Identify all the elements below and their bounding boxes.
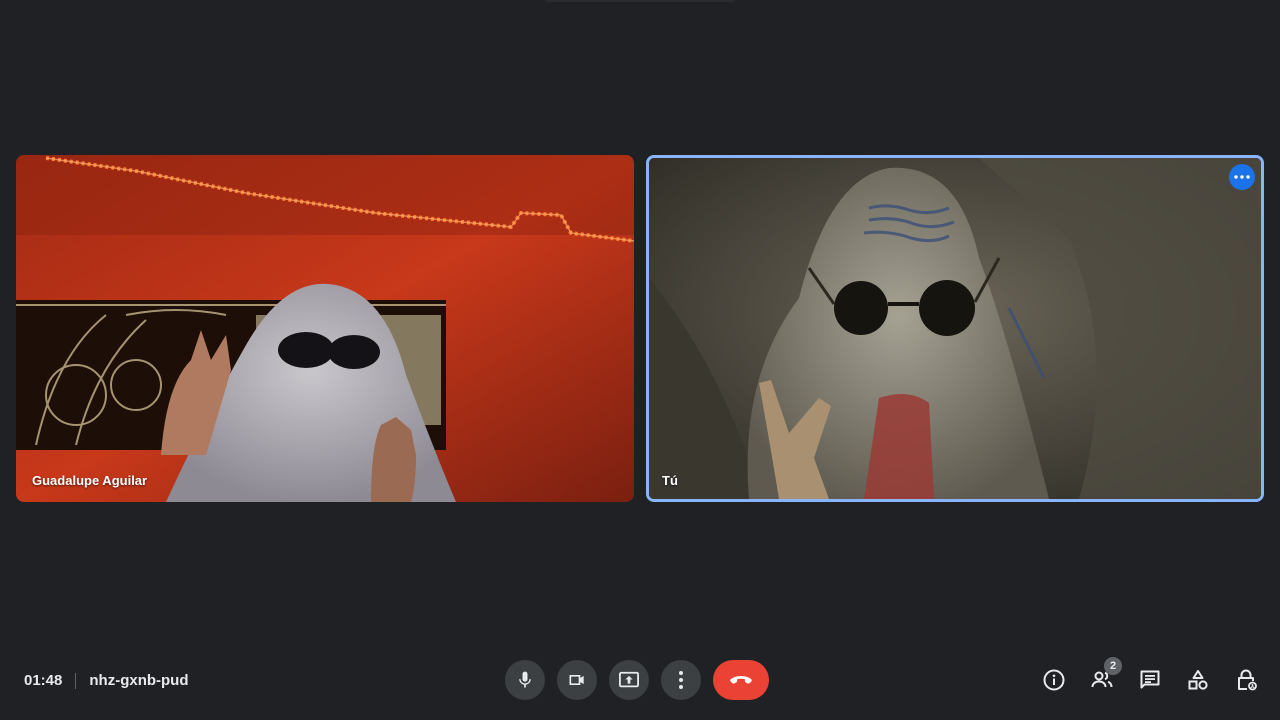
mic-icon — [519, 671, 531, 688]
participant-tile-remote[interactable]: Guadalupe Aguilar — [16, 155, 634, 502]
camera-button[interactable] — [557, 660, 597, 700]
participant-tile-self[interactable]: Tú — [646, 155, 1264, 502]
activities-button[interactable] — [1182, 664, 1214, 696]
top-edge-hint — [545, 0, 735, 2]
bottom-control-bar: 01:48 nhz-gxnb-pud 2 — [0, 640, 1280, 720]
participant-video-remote — [16, 155, 634, 502]
meeting-details-button[interactable] — [1038, 664, 1070, 696]
chat-icon — [1140, 670, 1160, 689]
meeting-info-divider — [75, 672, 77, 689]
tile-more-options-button[interactable] — [1229, 164, 1255, 190]
videocam-icon — [569, 675, 584, 685]
meeting-info: 01:48 nhz-gxnb-pud — [24, 672, 189, 689]
present-screen-button[interactable] — [609, 660, 649, 700]
more-horiz-icon — [1234, 175, 1250, 179]
side-actions: 2 — [1022, 657, 1262, 696]
leave-call-button[interactable] — [713, 660, 769, 700]
call-controls — [505, 660, 769, 700]
lock-person-icon — [1238, 669, 1257, 691]
chat-button[interactable] — [1134, 664, 1166, 696]
participant-name-remote: Guadalupe Aguilar — [32, 473, 148, 488]
participants-count-badge: 2 — [1104, 657, 1122, 675]
activities-icon — [1188, 670, 1208, 690]
more-vert-icon — [679, 671, 683, 689]
participant-video-self — [649, 158, 1261, 499]
participant-name-self: Tú — [662, 473, 678, 488]
more-options-button[interactable] — [661, 660, 701, 700]
mic-button[interactable] — [505, 660, 545, 700]
call-end-icon — [730, 676, 752, 684]
meeting-code[interactable]: nhz-gxnb-pud — [89, 672, 188, 689]
meeting-time: 01:48 — [24, 672, 63, 689]
present-screen-icon — [619, 671, 639, 688]
info-icon — [1043, 669, 1065, 691]
people-button[interactable]: 2 — [1086, 657, 1122, 696]
meet-stage: Guadalupe Aguilar Tú 01:48 nhz-gxnb-pud … — [0, 0, 1280, 720]
host-controls-button[interactable] — [1230, 664, 1262, 696]
